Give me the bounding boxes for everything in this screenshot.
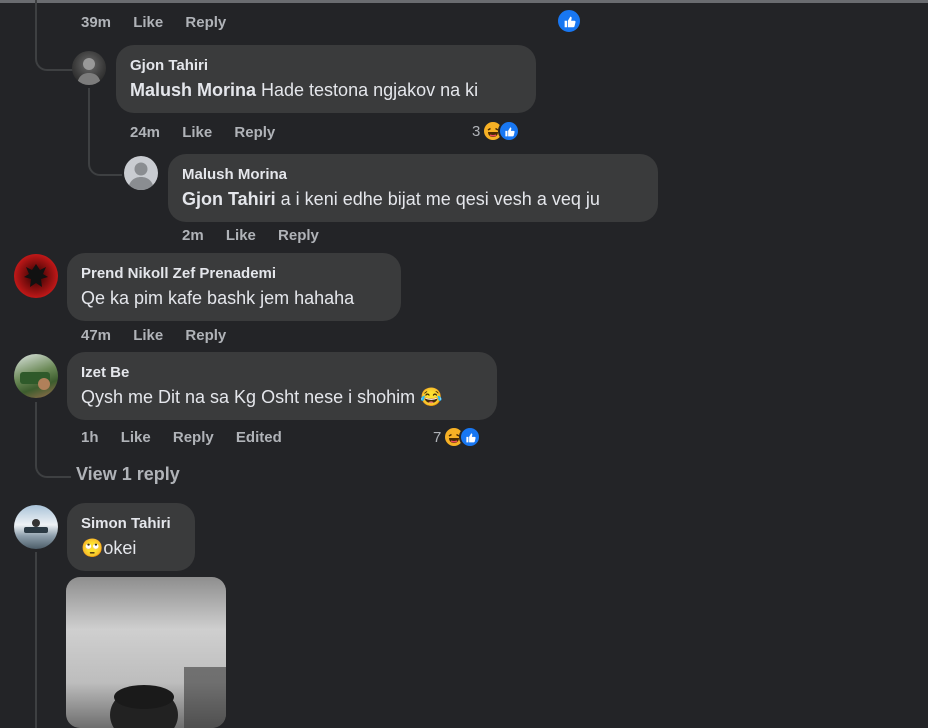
- reply-link[interactable]: Reply: [185, 14, 226, 31]
- like-link[interactable]: Like: [121, 429, 151, 446]
- comment-actions: 1h Like Reply Edited: [81, 429, 300, 446]
- edited-label: Edited: [235, 429, 282, 446]
- comment-text: Gjon Tahiri a i keni edhe bijat me qesi …: [182, 188, 644, 210]
- like-link[interactable]: Like: [226, 227, 256, 244]
- comment-actions: 2m Like Reply: [182, 227, 337, 244]
- comment-author[interactable]: Prend Nikoll Zef Prenademi: [81, 265, 387, 282]
- avatar[interactable]: [14, 254, 58, 298]
- avatar[interactable]: [14, 354, 58, 398]
- comment-text: Malush Morina Hade testona ngjakov na ki: [130, 79, 522, 101]
- reaction-count: 7: [433, 428, 442, 446]
- like-link[interactable]: Like: [182, 124, 212, 141]
- thread-line: [35, 552, 37, 728]
- comment-actions: 47m Like Reply: [81, 327, 244, 344]
- reaction-summary[interactable]: 3: [472, 120, 521, 142]
- comment-time[interactable]: 39m: [81, 14, 111, 31]
- avatar[interactable]: [14, 505, 58, 549]
- like-icon: [459, 426, 482, 448]
- comment-time[interactable]: 24m: [130, 124, 160, 141]
- view-replies-link[interactable]: View 1 reply: [76, 464, 180, 485]
- mention-link[interactable]: Malush Morina: [130, 80, 256, 100]
- comment-bubble: Izet Be Qysh me Dit na sa Kg Osht nese i…: [67, 352, 497, 420]
- comment-bubble: Prend Nikoll Zef Prenademi Qe ka pim kaf…: [67, 253, 401, 321]
- comment-bubble: Malush Morina Gjon Tahiri a i keni edhe …: [168, 154, 658, 222]
- like-link[interactable]: Like: [133, 327, 163, 344]
- avatar[interactable]: [124, 156, 158, 190]
- thread-line: [35, 402, 71, 478]
- comment-actions: 39m Like Reply: [81, 14, 244, 31]
- reaction-summary[interactable]: [556, 8, 582, 34]
- like-icon: [556, 8, 582, 34]
- comment-time[interactable]: 47m: [81, 327, 111, 344]
- reply-link[interactable]: Reply: [278, 227, 319, 244]
- reaction-summary[interactable]: 7: [433, 426, 482, 448]
- comment-bubble: Gjon Tahiri Malush Morina Hade testona n…: [116, 45, 536, 113]
- comment-text: Qysh me Dit na sa Kg Osht nese i shohim …: [81, 387, 443, 407]
- comment-author[interactable]: Gjon Tahiri: [130, 57, 522, 74]
- like-link[interactable]: Like: [133, 14, 163, 31]
- comment-time[interactable]: 1h: [81, 429, 99, 446]
- reply-link[interactable]: Reply: [234, 124, 275, 141]
- photo-attachment[interactable]: [66, 577, 226, 728]
- reaction-count: 3: [472, 122, 481, 140]
- like-icon: [498, 120, 521, 142]
- thread-line: [35, 0, 73, 71]
- comment-author[interactable]: Izet Be: [81, 364, 483, 381]
- top-divider: [0, 0, 928, 3]
- reply-link[interactable]: Reply: [173, 429, 214, 446]
- mention-link[interactable]: Gjon Tahiri: [182, 189, 276, 209]
- reply-link[interactable]: Reply: [185, 327, 226, 344]
- comment-bubble: Simon Tahiri 🙄okei: [67, 503, 195, 571]
- comment-text: Qe ka pim kafe bashk jem hahaha: [81, 288, 355, 308]
- comment-actions: 24m Like Reply: [130, 124, 293, 141]
- comment-author[interactable]: Malush Morina: [182, 166, 644, 183]
- comment-time[interactable]: 2m: [182, 227, 204, 244]
- avatar[interactable]: [72, 51, 106, 85]
- comment-body: Hade testona ngjakov na ki: [256, 80, 479, 100]
- comment-author[interactable]: Simon Tahiri: [81, 515, 181, 532]
- comment-text: 🙄okei: [81, 538, 137, 558]
- comment-body: a i keni edhe bijat me qesi vesh a veq j…: [275, 189, 600, 209]
